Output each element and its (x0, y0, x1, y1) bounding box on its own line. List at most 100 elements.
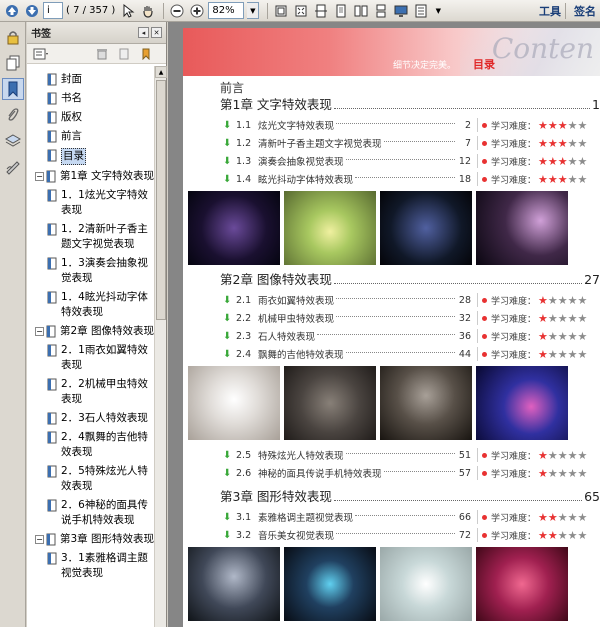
toc-entry[interactable]: ⬇ 2.4 飘舞的吉他特效表现 44 学习难度： ★ ★ ★ ★ ★ (220, 345, 600, 363)
difficulty-rating: 学习难度： ★ ★ ★ ★ ★ (482, 294, 600, 307)
continuous-button[interactable] (372, 2, 390, 20)
toc-entry[interactable]: ⬇ 1.1 炫光文字特效表现 2 学习难度： ★ ★ ★ ★ ★ (220, 116, 600, 134)
difficulty-rating: 学习难度： ★ ★ ★ ★ ★ (482, 348, 600, 361)
toolbar-more-dropdown[interactable]: ▼ (432, 2, 444, 19)
trash-icon (97, 48, 107, 59)
lock-button[interactable] (2, 26, 24, 48)
bookmark-item[interactable]: 1．1炫光文字特效表现 (27, 188, 155, 218)
bookmark-item[interactable]: 1．3演奏会抽象视觉表现 (27, 256, 155, 286)
bookmark-item[interactable]: 2．2机械甲虫特效表现 (27, 377, 155, 407)
signatures-panel-button[interactable] (2, 156, 24, 178)
toc-entries: ⬇ 2.5 特殊炫光人特效表现 51 学习难度： ★ ★ ★ ★ ★ ⬇ 2.6 神秘的面具传说手机特效… (220, 446, 600, 482)
collapse-panel-button[interactable]: ◂ (138, 27, 149, 38)
close-panel-button[interactable]: ✕ (151, 27, 162, 38)
fit-width-button[interactable] (312, 2, 330, 20)
bookmark-item[interactable]: 2．1雨衣如翼特效表现 (27, 343, 155, 373)
leader-dots (336, 316, 455, 317)
bookmark-item[interactable]: 3．1素雅格调主题视觉表现 (27, 551, 155, 581)
down-arrow-icon (26, 4, 38, 17)
star-icon: ★ (547, 136, 558, 150)
bookmark-page-icon (47, 92, 57, 105)
bookmarks-scrollbar[interactable]: ▲ (154, 66, 167, 627)
zoom-level-input[interactable]: 82% (208, 2, 245, 19)
single-page-button[interactable] (332, 2, 350, 20)
toc-entry[interactable]: ⬇ 2.5 特殊炫光人特效表现 51 学习难度： ★ ★ ★ ★ ★ (220, 446, 600, 464)
fullscreen-button[interactable] (392, 2, 410, 20)
bookmark-chapter[interactable]: − 第2章 图像特效表现 (27, 324, 155, 339)
toc-entry[interactable]: ⬇ 2.1 雨衣如翼特效表现 28 学习难度： ★ ★ ★ ★ ★ (220, 291, 600, 309)
bookmark-page-icon (47, 552, 57, 565)
hand-tool-button[interactable] (139, 2, 157, 20)
delete-bookmark-button[interactable] (94, 47, 110, 61)
page-number-input[interactable]: i (43, 2, 63, 19)
bookmark-page-icon (47, 291, 57, 304)
collapse-toggle[interactable]: − (35, 327, 44, 336)
options-menu-button[interactable] (33, 47, 49, 61)
select-tool-button[interactable] (119, 2, 137, 20)
scroll-thumb[interactable] (156, 80, 166, 320)
scroll-up-button[interactable]: ▲ (155, 66, 167, 78)
next-page-button[interactable] (23, 2, 41, 20)
bookmark-item[interactable]: 前言 (27, 129, 155, 144)
bookmark-item[interactable]: 2．3石人特效表现 (27, 411, 155, 426)
bookmark-item[interactable]: 1．4眩光抖动字体特效表现 (27, 290, 155, 320)
bookmarks-panel: 书签 ◂ ✕ 封面 书名 版权 前言 目录 − 第1章 文字特效表现 1．1炫光文字特效表现 1… (27, 22, 167, 627)
bookmark-item[interactable]: 目录 (27, 148, 155, 165)
toc-entries: ⬇ 1.1 炫光文字特效表现 2 学习难度： ★ ★ ★ ★ ★ ⬇ 1.2 清新叶子香主题文字视觉表现… (220, 116, 600, 188)
entry-page: 32 (458, 312, 471, 324)
toc-entry[interactable]: ⬇ 1.2 清新叶子香主题文字视觉表现 7 学习难度： ★ ★ ★ ★ ★ (220, 134, 600, 152)
star-rating: ★ ★ ★ ★ ★ (538, 313, 587, 324)
green-arrow-icon: ⬇ (223, 348, 232, 360)
layers-panel-button[interactable] (2, 130, 24, 152)
entry-number: 2.3 (236, 330, 252, 342)
bookmark-item[interactable]: 1．2清新叶子香主题文字视觉表现 (27, 222, 155, 252)
bookmarks-panel-button[interactable] (2, 78, 24, 100)
fit-page-button[interactable] (292, 2, 310, 20)
bookmark-item[interactable]: 2．5特殊炫光人特效表现 (27, 464, 155, 494)
bookmark-item[interactable]: 版权 (27, 110, 155, 125)
toc-chapter[interactable]: 第1章 文字特效表现 1 (220, 96, 600, 113)
actual-size-button[interactable] (272, 2, 290, 20)
star-icon: ★ (547, 347, 558, 361)
toc-preface[interactable]: 前言 (220, 80, 600, 96)
attachments-panel-button[interactable] (2, 104, 24, 126)
toc-chapter[interactable]: 第2章 图像特效表现 27 (220, 271, 600, 288)
bookmark-chapter[interactable]: − 第1章 文字特效表现 (27, 169, 155, 184)
bookmark-item[interactable]: 2．4飘舞的吉他特效表现 (27, 430, 155, 460)
zoom-dropdown[interactable]: ▼ (247, 2, 260, 19)
bookmark-properties-button[interactable] (138, 47, 154, 61)
toc-entry[interactable]: ⬇ 2.3 石人特效表现 36 学习难度： ★ ★ ★ ★ ★ (220, 327, 600, 345)
bookmark-item[interactable]: 书名 (27, 91, 155, 106)
sign-menu[interactable]: 签名 (574, 3, 596, 19)
difficulty-label: 学习难度： (491, 513, 537, 524)
tools-menu[interactable]: 工具 (539, 3, 561, 19)
two-page-icon (354, 5, 368, 16)
star-icon: ★ (538, 466, 548, 480)
toc-entry[interactable]: ⬇ 2.2 机械甲虫特效表现 32 学习难度： ★ ★ ★ ★ ★ (220, 309, 600, 327)
toc-entry[interactable]: ⬇ 3.2 音乐美女视觉表现 72 学习难度： ★ ★ ★ ★ ★ (220, 526, 600, 544)
toc-entry[interactable]: ⬇ 1.3 演奏会抽象视觉表现 12 学习难度： ★ ★ ★ ★ ★ (220, 152, 600, 170)
bookmark-item[interactable]: 封面 (27, 72, 155, 87)
star-icon: ★ (538, 311, 548, 325)
new-bookmark-button[interactable] (116, 47, 132, 61)
two-page-button[interactable] (352, 2, 370, 20)
lock-icon (7, 31, 19, 45)
collapse-toggle[interactable]: − (35, 535, 44, 544)
toc-entry[interactable]: ⬇ 1.4 眩光抖动字体特效表现 18 学习难度： ★ ★ ★ ★ ★ (220, 170, 600, 188)
zoom-in-button[interactable] (188, 2, 206, 20)
collapse-toggle[interactable]: − (35, 172, 44, 181)
bullet-icon (482, 333, 487, 339)
bookmark-chapter[interactable]: − 第3章 图形特效表现 (27, 532, 155, 547)
bullet-icon (482, 315, 487, 321)
green-arrow-icon: ⬇ (223, 330, 232, 342)
toc-entry[interactable]: ⬇ 3.1 素雅格调主题视觉表现 66 学习难度： ★ ★ ★ ★ ★ (220, 508, 600, 526)
reading-mode-button[interactable] (412, 2, 430, 20)
bookmark-item[interactable]: 2．6神秘的面具传说手机特效表现 (27, 498, 155, 528)
pages-panel-button[interactable] (2, 52, 24, 74)
document-viewport[interactable]: Conten 细节决定完美。 目录 前言 第1章 文字特效表现 1 ⬇ 1.1 炫光文字… (168, 22, 600, 627)
toc-chapter[interactable]: 第3章 图形特效表现 65 (220, 488, 600, 505)
toc-entry[interactable]: ⬇ 2.6 神秘的面具传说手机特效表现 57 学习难度： ★ ★ ★ ★ ★ (220, 464, 600, 482)
previous-page-button[interactable] (3, 2, 21, 20)
zoom-out-button[interactable] (168, 2, 186, 20)
entry-number: 1.4 (236, 173, 252, 185)
